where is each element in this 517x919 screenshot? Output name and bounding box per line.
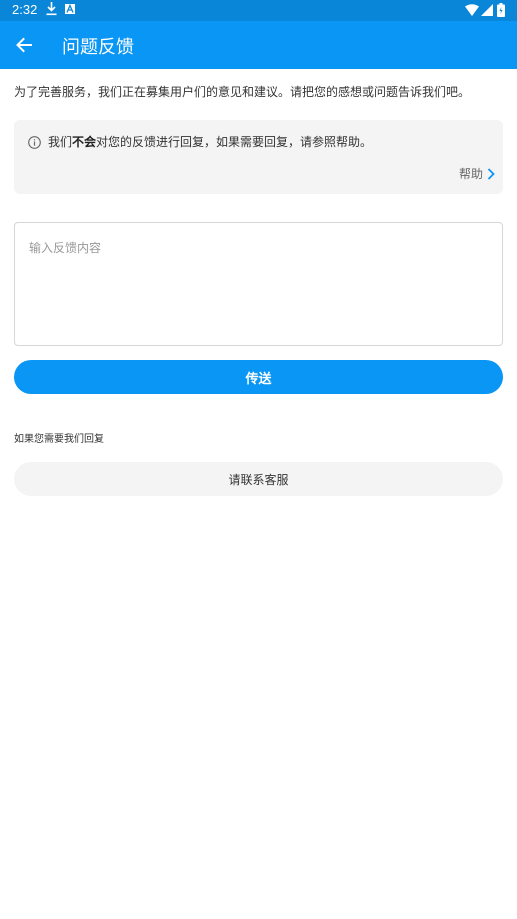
arrow-left-icon: [16, 37, 32, 53]
send-button[interactable]: 传送: [14, 360, 503, 394]
intro-text: 为了完善服务，我们正在募集用户们的意见和建议。请把您的感想或问题告诉我们吧。: [14, 85, 471, 99]
status-time: 2:32: [12, 2, 38, 17]
notice-text: 我们不会对您的反馈进行回复，如果需要回复，请参照帮助。: [48, 134, 372, 150]
reply-label: 如果您需要我们回复: [14, 434, 104, 445]
contact-support-button[interactable]: 请联系客服: [14, 462, 503, 496]
help-label: 帮助: [458, 167, 483, 181]
a-icon: [65, 4, 75, 14]
feedback-field-container: [14, 222, 503, 346]
info-icon: [28, 136, 41, 149]
chevron-right-icon: [487, 167, 495, 180]
notice-text-bold: 不会: [72, 135, 97, 149]
feedback-input[interactable]: [15, 223, 502, 345]
app-bar: 问题反馈: [0, 21, 517, 69]
page-title: 问题反馈: [62, 37, 134, 58]
download-icon: [46, 2, 57, 16]
wifi-icon: [465, 4, 479, 16]
back-button[interactable]: [8, 29, 40, 61]
battery-icon: [497, 3, 505, 17]
help-link[interactable]: 帮助: [459, 165, 495, 182]
notice-text-before: 我们: [48, 135, 73, 149]
status-bar: 2:32: [0, 0, 517, 21]
notice-card: 我们不会对您的反馈进行回复，如果需要回复，请参照帮助。 帮助: [14, 120, 503, 194]
notice-text-after: 对您的反馈进行回复，如果需要回复，请参照帮助。: [96, 135, 373, 149]
signal-icon: [481, 4, 493, 16]
